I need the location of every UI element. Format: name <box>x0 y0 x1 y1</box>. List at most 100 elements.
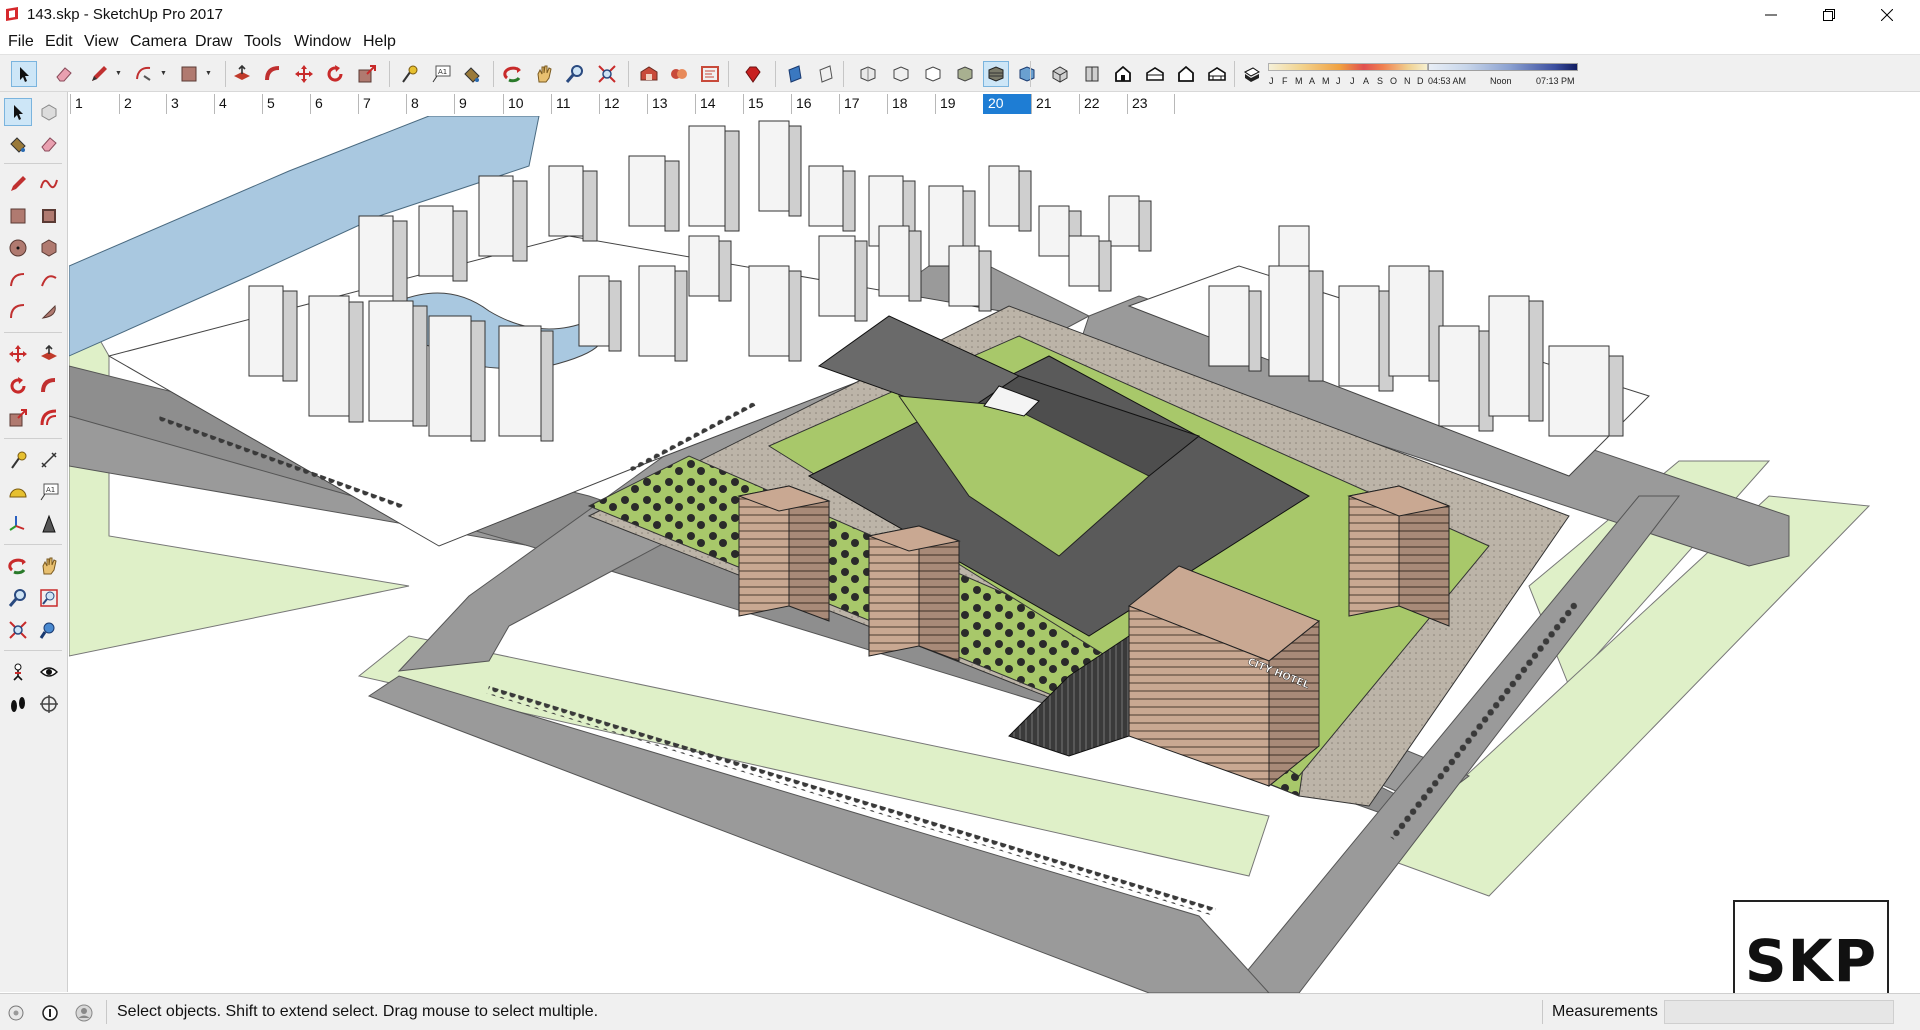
eraser-tool-button[interactable] <box>51 61 77 87</box>
right-view-button[interactable] <box>1142 61 1168 87</box>
scene-tab[interactable]: 19 <box>935 94 983 114</box>
scene-tab[interactable]: 13 <box>647 94 695 114</box>
move-tool[interactable] <box>4 340 32 368</box>
zoom-tool[interactable] <box>4 584 32 612</box>
shadow-time-slider[interactable]: 04:53 AM Noon 07:13 PM <box>1428 63 1578 87</box>
tape-measure-tool[interactable] <box>4 446 32 474</box>
3d-text-tool[interactable] <box>35 510 63 538</box>
minimize-button[interactable] <box>1742 0 1800 30</box>
orbit-tool[interactable] <box>4 552 32 580</box>
scene-tab[interactable]: 11 <box>551 94 599 114</box>
follow-me-tool-button[interactable] <box>260 61 286 87</box>
top-view-button[interactable] <box>1079 61 1105 87</box>
scene-tab[interactable]: 3 <box>166 94 214 114</box>
iso-view-button[interactable] <box>1047 61 1073 87</box>
arc-tool-button[interactable] <box>131 61 157 87</box>
shadows-toggle-button[interactable] <box>1239 61 1265 87</box>
zoom-tool-button[interactable] <box>562 61 588 87</box>
menu-window[interactable]: Window <box>292 33 353 51</box>
scene-tab[interactable]: 23 <box>1127 94 1175 114</box>
walk-tool[interactable] <box>4 690 32 718</box>
textured-style-button[interactable] <box>983 61 1009 87</box>
position-camera-tool[interactable] <box>4 658 32 686</box>
freehand-tool[interactable] <box>35 170 63 198</box>
zoom-window-tool[interactable] <box>35 584 63 612</box>
push-pull-tool-button[interactable] <box>229 61 255 87</box>
scene-tab[interactable]: 21 <box>1031 94 1079 114</box>
shadow-date-slider[interactable]: J F M A M J J A S O N D <box>1268 63 1428 87</box>
zoom-extents-tool[interactable] <box>4 616 32 644</box>
left-view-button[interactable] <box>1204 61 1230 87</box>
polygon-tool[interactable] <box>35 234 63 262</box>
rotate-tool[interactable] <box>4 372 32 400</box>
protractor-tool[interactable] <box>4 478 32 506</box>
shadow-time-track[interactable] <box>1428 63 1578 71</box>
select-tool-button[interactable] <box>11 61 37 87</box>
layout-button[interactable] <box>697 61 723 87</box>
tape-measure-tool-button[interactable] <box>396 61 422 87</box>
rectangle-tool[interactable] <box>4 202 32 230</box>
shadow-date-track[interactable] <box>1268 63 1428 71</box>
hidden-line-style-button[interactable] <box>920 61 946 87</box>
scene-tab[interactable]: 16 <box>791 94 839 114</box>
scene-tab[interactable]: 7 <box>358 94 406 114</box>
push-pull-tool[interactable] <box>35 340 63 368</box>
arc-tool[interactable] <box>4 266 32 294</box>
paint-tool-button[interactable] <box>459 61 485 87</box>
menu-tools[interactable]: Tools <box>242 33 283 51</box>
scene-tab[interactable]: 5 <box>262 94 310 114</box>
shaded-style-button[interactable] <box>952 61 978 87</box>
section-plane-button[interactable] <box>782 61 808 87</box>
scene-tab[interactable]: 8 <box>406 94 454 114</box>
restore-button[interactable] <box>1800 0 1858 30</box>
credits-icon[interactable] <box>41 1004 59 1022</box>
line-tool[interactable] <box>4 170 32 198</box>
zoom-extents-tool-button[interactable] <box>594 61 620 87</box>
monochrome-style-button[interactable] <box>1014 61 1040 87</box>
city-model-drawing[interactable]: CITY HOTEL <box>69 116 1920 993</box>
scale-tool[interactable] <box>4 404 32 432</box>
circle-tool[interactable] <box>4 234 32 262</box>
previous-view-tool[interactable] <box>35 616 63 644</box>
pan-tool[interactable] <box>35 552 63 580</box>
scene-tab-active[interactable]: 20 <box>983 94 1031 114</box>
model-viewport[interactable]: CITY HOTEL <box>69 116 1920 993</box>
menu-draw[interactable]: Draw <box>193 33 234 51</box>
offset-tool[interactable] <box>35 404 63 432</box>
scene-tab[interactable]: 17 <box>839 94 887 114</box>
extension-warehouse-button[interactable] <box>666 61 692 87</box>
scene-tab[interactable]: 9 <box>454 94 503 114</box>
arc-dropdown-icon[interactable]: ▼ <box>160 70 167 77</box>
scene-tab[interactable]: 2 <box>119 94 166 114</box>
pie-tool[interactable] <box>35 298 63 326</box>
geolocation-icon[interactable] <box>7 1004 25 1022</box>
scene-tab[interactable]: 10 <box>503 94 551 114</box>
paint-bucket-tool[interactable] <box>4 130 32 158</box>
wireframe-style-button[interactable] <box>888 61 914 87</box>
scene-tab[interactable]: 18 <box>887 94 935 114</box>
menu-edit[interactable]: Edit <box>43 33 75 51</box>
pencil-dropdown-icon[interactable]: ▼ <box>115 70 122 77</box>
dimension-tool[interactable] <box>35 446 63 474</box>
pencil-tool-button[interactable] <box>86 61 112 87</box>
shape-tool-button[interactable] <box>176 61 202 87</box>
scale-tool-button[interactable] <box>354 61 380 87</box>
scene-tab[interactable]: 14 <box>695 94 743 114</box>
menu-file[interactable]: File <box>6 33 36 51</box>
shape-dropdown-icon[interactable]: ▼ <box>205 70 212 77</box>
eraser-tool[interactable] <box>35 130 63 158</box>
select-tool[interactable] <box>4 98 32 126</box>
section-fill-button[interactable] <box>813 61 839 87</box>
menu-help[interactable]: Help <box>361 33 398 51</box>
xray-style-button[interactable] <box>855 61 881 87</box>
text-tool[interactable]: A1 <box>35 478 63 506</box>
section-plane-tool[interactable] <box>35 690 63 718</box>
scene-tab[interactable]: 1 <box>70 94 119 114</box>
pan-tool-button[interactable] <box>531 61 557 87</box>
menu-view[interactable]: View <box>82 33 120 51</box>
warehouse-button[interactable] <box>636 61 662 87</box>
scene-tab[interactable]: 12 <box>599 94 647 114</box>
measurements-input[interactable] <box>1664 1000 1894 1024</box>
user-account-icon[interactable] <box>75 1004 93 1022</box>
2point-arc-tool[interactable] <box>35 266 63 294</box>
